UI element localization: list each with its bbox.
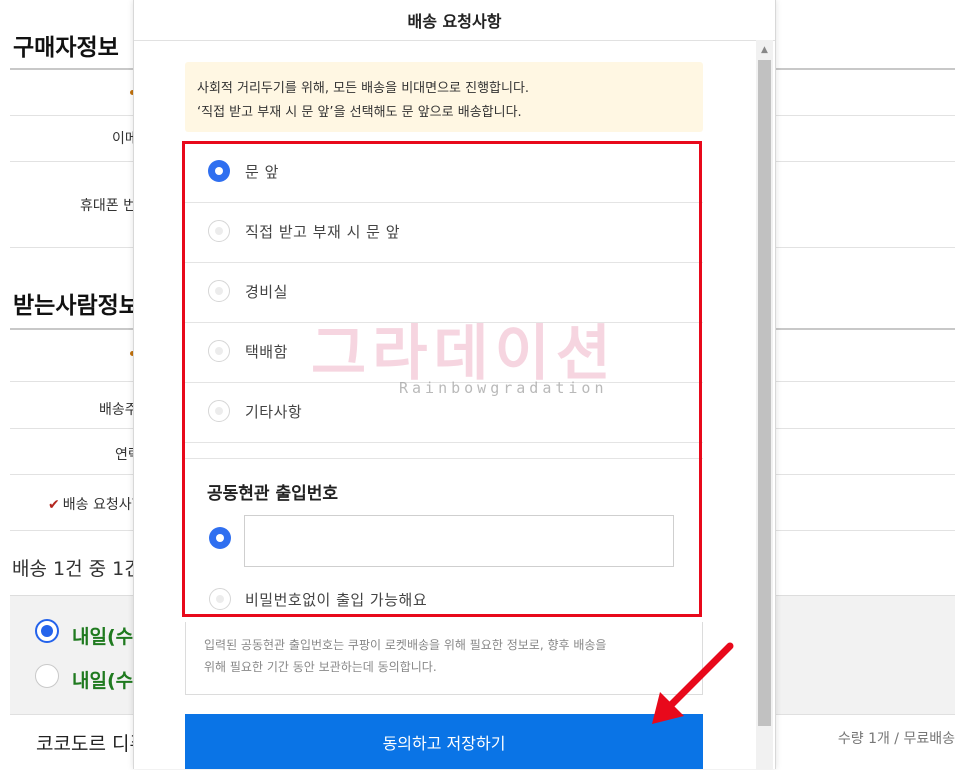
- option-parcel-locker[interactable]: 택배함: [185, 323, 703, 383]
- scrollbar[interactable]: ▲: [756, 40, 773, 769]
- recipient-info-title: 받는사람정보: [13, 293, 140, 319]
- option-door[interactable]: 문 앞: [185, 143, 703, 203]
- option-direct-or-door[interactable]: 직접 받고 부재 시 문 앞: [185, 203, 703, 263]
- delivery-request-label: ✔ 배송 요청사항: [48, 497, 145, 513]
- scrollbar-thumb[interactable]: [758, 60, 771, 726]
- check-icon: ✔: [48, 497, 60, 513]
- consent-line: 입력된 공동현관 출입번호는 쿠팡이 로켓배송을 위해 필요한 정보로, 향후 …: [204, 638, 607, 652]
- radio-selected-icon[interactable]: [208, 160, 230, 182]
- scroll-up-icon[interactable]: ▲: [756, 40, 773, 58]
- no-password-radio-icon[interactable]: [209, 588, 231, 610]
- radio-icon[interactable]: [208, 340, 230, 362]
- option-label: 경비실: [245, 283, 288, 301]
- radio-icon[interactable]: [208, 280, 230, 302]
- entrance-code-radio-selected-icon[interactable]: [209, 527, 231, 549]
- radio-icon[interactable]: [208, 220, 230, 242]
- delivery-option-radio-selected[interactable]: [35, 619, 59, 643]
- option-other[interactable]: 기타사항: [185, 383, 703, 443]
- buyer-info-title: 구매자정보: [13, 35, 119, 61]
- delivery-option-radio[interactable]: [35, 664, 59, 688]
- entrance-code-title: 공동현관 출입번호: [207, 484, 339, 504]
- option-label: 기타사항: [245, 403, 303, 421]
- modal-title: 배송 요청사항: [407, 12, 502, 31]
- option-security-office[interactable]: 경비실: [185, 263, 703, 323]
- modal-header: 배송 요청사항: [134, 0, 775, 41]
- delivery-location-options: 문 앞 직접 받고 부재 시 문 앞 경비실 택배함 기타사항: [185, 143, 703, 443]
- notice-box: 사회적 거리두기를 위해, 모든 배송을 비대면으로 진행합니다. ‘직접 받고…: [185, 62, 703, 132]
- notice-line: 사회적 거리두기를 위해, 모든 배송을 비대면으로 진행합니다.: [197, 81, 530, 96]
- product-quantity: 수량 1개 / 무료배송: [837, 731, 955, 747]
- section-divider: [185, 440, 703, 459]
- notice-line: ‘직접 받고 부재 시 문 앞’을 선택해도 문 앞으로 배송합니다.: [197, 105, 522, 120]
- agree-and-save-button[interactable]: 동의하고 저장하기: [185, 714, 703, 769]
- option-label: 문 앞: [245, 163, 279, 181]
- entrance-code-input[interactable]: [244, 515, 674, 567]
- consent-notice: 입력된 공동현관 출입번호는 쿠팡이 로켓배송을 위해 필요한 정보로, 향후 …: [185, 622, 703, 695]
- radio-icon[interactable]: [208, 400, 230, 422]
- option-label: 택배함: [245, 343, 288, 361]
- consent-line: 위해 필요한 기간 동안 보관하는데 동의합니다.: [204, 660, 437, 674]
- delivery-count-text: 배송 1건 중 1건: [12, 558, 142, 580]
- option-label: 직접 받고 부재 시 문 앞: [245, 223, 401, 241]
- delivery-request-modal: 배송 요청사항 사회적 거리두기를 위해, 모든 배송을 비대면으로 진행합니다…: [133, 0, 776, 769]
- no-password-label: 비밀번호없이 출입 가능해요: [245, 591, 428, 609]
